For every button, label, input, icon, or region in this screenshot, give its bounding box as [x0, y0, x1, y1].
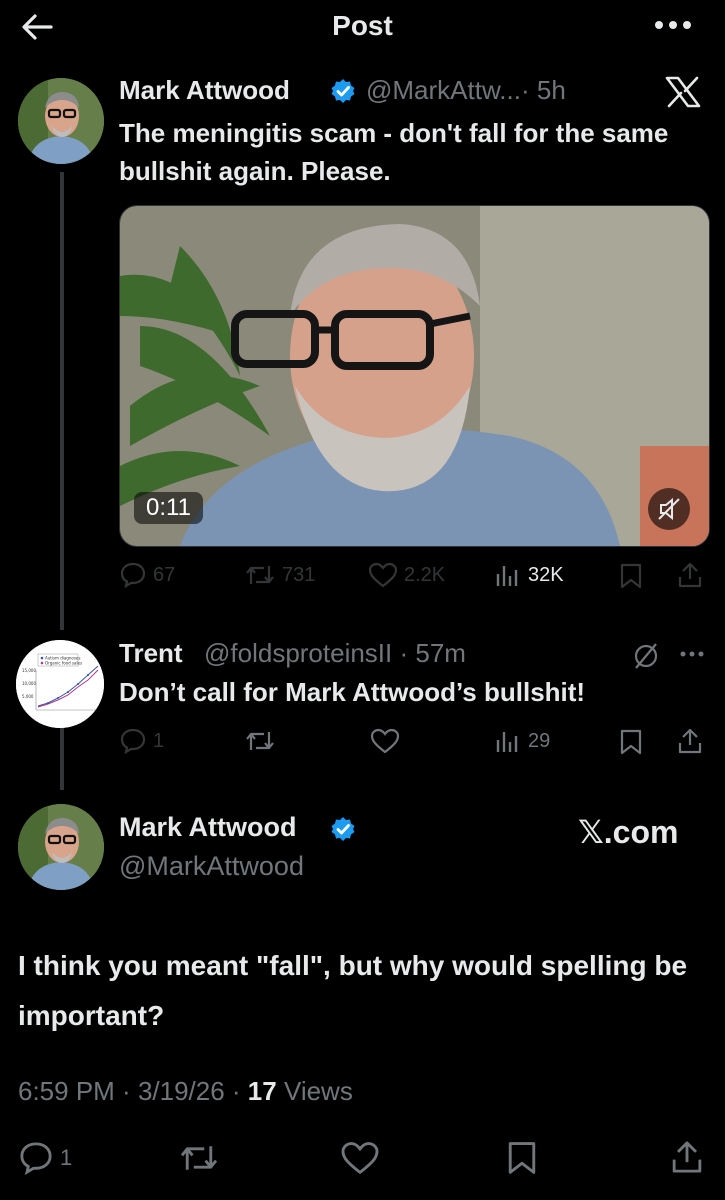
more-options-icon[interactable]	[654, 18, 692, 32]
reply-count: 1	[153, 729, 165, 752]
post-text: I think you meant "fall", but why would …	[18, 950, 688, 1031]
share-icon[interactable]	[677, 561, 703, 589]
avatar-trent[interactable]: Autism diagnoses Organic food sales 15,0…	[16, 640, 104, 728]
share-icon[interactable]	[677, 727, 703, 755]
x-logo-icon	[665, 76, 701, 108]
reply-count: 1	[60, 1145, 73, 1170]
repost-icon[interactable]	[244, 728, 276, 754]
views-button[interactable]: 32K	[494, 562, 564, 588]
bookmark-icon[interactable]	[506, 1141, 538, 1175]
video-duration: 0:11	[134, 492, 203, 524]
post-time: 6:59 PM	[18, 1076, 115, 1106]
views-count: 29	[528, 729, 551, 752]
heart-icon	[368, 562, 398, 588]
author-handle-and-time[interactable]: @foldsproteinsII · 57m	[204, 638, 466, 669]
reply-icon	[18, 1141, 54, 1175]
avatar-mark-attwood[interactable]	[18, 78, 104, 164]
chart-legend-series-2: Organic food sales	[45, 661, 82, 666]
reply-button[interactable]: 67	[119, 562, 175, 588]
like-count: 2.2K	[404, 563, 446, 586]
post-text: The meningitis scam - don't fall for the…	[119, 118, 669, 186]
author-name[interactable]: Mark Attwood	[119, 75, 290, 106]
source-watermark: 𝕏.com	[578, 814, 679, 850]
heart-icon[interactable]	[370, 728, 400, 754]
heart-icon[interactable]	[340, 1141, 380, 1175]
thread-line	[60, 172, 64, 630]
author-handle-and-time[interactable]: @MarkAttw...· 5h	[366, 75, 566, 106]
author-name[interactable]: Mark Attwood	[119, 812, 297, 843]
video-thumbnail	[120, 206, 709, 546]
reply-button[interactable]: 1	[119, 728, 164, 754]
like-button[interactable]: 2.2K	[368, 562, 445, 588]
views-count: 32K	[528, 563, 564, 586]
author-handle[interactable]: @MarkAttwood	[119, 851, 304, 882]
reply-icon	[119, 562, 147, 588]
views-chart-icon	[494, 562, 522, 588]
reply-count: 67	[153, 563, 176, 586]
repost-count: 731	[282, 563, 316, 586]
repost-icon[interactable]	[178, 1141, 220, 1175]
mute-icon[interactable]	[648, 488, 690, 530]
thread-line	[60, 722, 64, 790]
chart-tick-label: 15,000	[22, 668, 36, 673]
reply-icon	[119, 728, 147, 754]
video-player[interactable]	[119, 205, 710, 547]
views-button[interactable]: 29	[494, 728, 550, 754]
share-icon[interactable]	[670, 1139, 704, 1175]
views-label: Views	[283, 1076, 353, 1106]
chart-tick-label: 10,000	[22, 681, 36, 686]
bookmark-icon[interactable]	[619, 563, 643, 589]
post-text: Don’t call for Mark Attwood’s bullshit!	[119, 677, 586, 707]
repost-button[interactable]: 731	[244, 562, 315, 588]
page-title: Post	[332, 10, 393, 41]
repost-icon	[244, 562, 276, 588]
views-chart-icon	[494, 728, 522, 754]
views-count: 17	[247, 1076, 277, 1106]
more-options-icon[interactable]	[680, 650, 704, 658]
post-date: 3/19/26	[137, 1076, 225, 1106]
chart-tick-label: 5,000	[22, 694, 34, 699]
avatar-mark-attwood[interactable]	[18, 804, 104, 890]
post-timestamp: 6:59 PM · 3/19/26 · 17 Views	[18, 1076, 353, 1106]
bookmark-icon[interactable]	[619, 729, 643, 755]
verified-badge-icon	[330, 78, 356, 104]
verified-badge-icon	[330, 816, 356, 842]
author-name[interactable]: Trent	[119, 638, 183, 669]
reply-button[interactable]: 1	[18, 1141, 72, 1175]
grok-icon[interactable]	[632, 642, 660, 670]
